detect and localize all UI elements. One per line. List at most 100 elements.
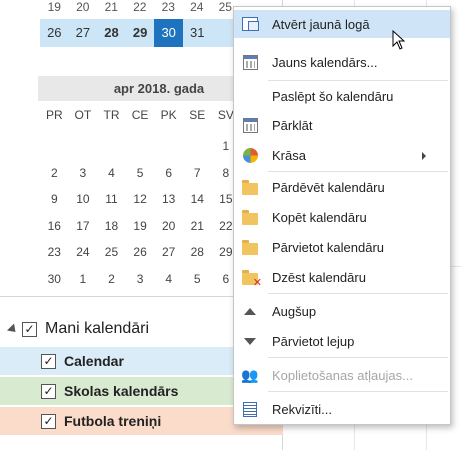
weekday-label: TR [103, 108, 120, 122]
date-cell [69, 133, 98, 160]
menu-separator [268, 171, 448, 172]
weekday-label: CE [131, 108, 149, 122]
date-cell[interactable]: 19 [40, 0, 69, 16]
submenu-arrow-icon [422, 152, 426, 160]
date-cell[interactable]: 27 [69, 19, 98, 47]
date-cell[interactable]: 4 [97, 160, 126, 187]
overlay-icon [241, 116, 259, 134]
menu-item-color[interactable]: Krāsa [234, 141, 450, 169]
menu-item-properties[interactable]: Rekvizīti... [234, 395, 450, 423]
date-cell[interactable]: 9 [40, 186, 69, 213]
weekday-label: PK [160, 108, 177, 122]
calendar-label: Futbola treniņi [64, 413, 162, 429]
date-cell[interactable]: 20 [154, 213, 183, 240]
date-cell[interactable]: 7 [183, 160, 212, 187]
date-cell[interactable]: 5 [126, 160, 155, 187]
menu-item-label: Kopēt kalendāru [272, 209, 367, 225]
menu-separator [268, 357, 448, 358]
date-cell[interactable]: 26 [40, 19, 69, 47]
date-cell[interactable]: 16 [40, 213, 69, 240]
date-cell [40, 133, 69, 160]
mouse-cursor-icon [392, 30, 406, 50]
date-cell[interactable]: 3 [69, 160, 98, 187]
calendar-label: Skolas kalendārs [64, 383, 179, 399]
checkbox-icon[interactable]: ✓ [41, 383, 56, 399]
menu-item-label: Krāsa [272, 147, 306, 163]
menu-item-hide-calendar[interactable]: Paslēpt šo kalendāru [234, 82, 450, 110]
menu-item-label: Pārklāt [272, 117, 313, 133]
menu-item-label: Pārdēvēt kalendāru [272, 179, 385, 195]
date-cell [183, 133, 212, 160]
weekday-label: SE [189, 108, 206, 122]
date-cell[interactable]: 10 [69, 186, 98, 213]
menu-item-label: Paslēpt šo kalendāru [272, 88, 394, 104]
date-cell[interactable]: 21 [97, 0, 126, 16]
date-cell[interactable]: 25 [97, 239, 126, 266]
menu-item-move-down[interactable]: Pārvietot lejup [234, 327, 450, 355]
date-cell[interactable]: 24 [69, 239, 98, 266]
menu-item-label: Pārvietot kalendāru [272, 239, 385, 255]
mini-calendar-prev-week: 19 20 21 22 23 24 25 [40, 0, 240, 16]
date-cell[interactable]: 28 [97, 19, 126, 47]
date-cell[interactable]: 1 [69, 266, 98, 293]
date-cell[interactable]: 12 [126, 186, 155, 213]
menu-item-copy-calendar[interactable]: Kopēt kalendāru [234, 203, 450, 231]
date-cell[interactable]: 18 [97, 213, 126, 240]
menu-separator [268, 293, 448, 294]
menu-item-new-calendar[interactable]: Jauns kalendārs... [234, 48, 450, 76]
weekday-label: PR [45, 108, 63, 122]
date-cell[interactable]: 30 [40, 266, 69, 293]
menu-separator [268, 391, 448, 392]
date-cell[interactable]: 26 [126, 239, 155, 266]
new-window-icon [241, 15, 259, 33]
collapse-icon[interactable] [6, 322, 20, 336]
group-label: Mani kalendāri [45, 320, 150, 337]
date-cell [97, 133, 126, 160]
calendar-group-my-calendars[interactable]: ✓ Mani kalendāri [6, 318, 150, 340]
date-cell[interactable]: 23 [40, 239, 69, 266]
date-cell[interactable]: 13 [154, 186, 183, 213]
rename-folder-icon [241, 178, 259, 196]
date-cell[interactable]: 14 [183, 186, 212, 213]
menu-item-overlay[interactable]: Pārklāt [234, 111, 450, 139]
menu-item-label: Pārvietot lejup [272, 333, 355, 349]
date-cell[interactable]: 31 [183, 19, 212, 47]
date-cell[interactable]: 5 [183, 266, 212, 293]
date-cell[interactable]: 22 [126, 0, 155, 16]
move-up-icon [241, 302, 259, 320]
menu-item-move-up[interactable]: Augšup [234, 297, 450, 325]
date-cell[interactable]: 17 [69, 213, 98, 240]
date-cell[interactable]: 4 [154, 266, 183, 293]
date-cell [126, 133, 155, 160]
delete-folder-icon: ✕ [241, 268, 262, 289]
date-cell[interactable]: 21 [183, 213, 212, 240]
checkbox-icon[interactable]: ✓ [41, 413, 56, 429]
date-cell[interactable]: 6 [154, 160, 183, 187]
date-cell[interactable]: 27 [154, 239, 183, 266]
menu-item-label: Dzēst kalendāru [272, 269, 366, 285]
color-icon [241, 146, 259, 164]
date-cell[interactable]: 28 [183, 239, 212, 266]
checkbox-icon[interactable]: ✓ [41, 353, 56, 369]
date-cell[interactable]: 19 [126, 213, 155, 240]
date-cell[interactable]: 2 [97, 266, 126, 293]
date-cell [154, 133, 183, 160]
date-cell[interactable]: 23 [154, 0, 183, 16]
properties-icon [241, 400, 259, 418]
menu-item-open-new-window[interactable]: Atvērt jaunā logā [234, 10, 450, 38]
today-date-cell[interactable]: 30 [154, 19, 183, 47]
date-cell[interactable]: 29 [126, 19, 155, 47]
menu-item-rename-calendar[interactable]: Pārdēvēt kalendāru [234, 173, 450, 201]
menu-item-label: Atvērt jaunā logā [272, 16, 370, 32]
new-calendar-icon [241, 53, 259, 71]
move-down-icon [241, 332, 259, 350]
date-cell[interactable]: 24 [183, 0, 212, 16]
date-cell[interactable]: 11 [97, 186, 126, 213]
date-cell[interactable]: 20 [69, 0, 98, 16]
checkbox-icon[interactable]: ✓ [22, 321, 37, 337]
date-cell[interactable]: 2 [40, 160, 69, 187]
menu-item-delete-calendar[interactable]: ✕ Dzēst kalendāru [234, 263, 450, 291]
menu-item-move-calendar[interactable]: Pārvietot kalendāru [234, 233, 450, 261]
date-cell[interactable]: 3 [126, 266, 155, 293]
calendar-label: Calendar [64, 353, 124, 369]
